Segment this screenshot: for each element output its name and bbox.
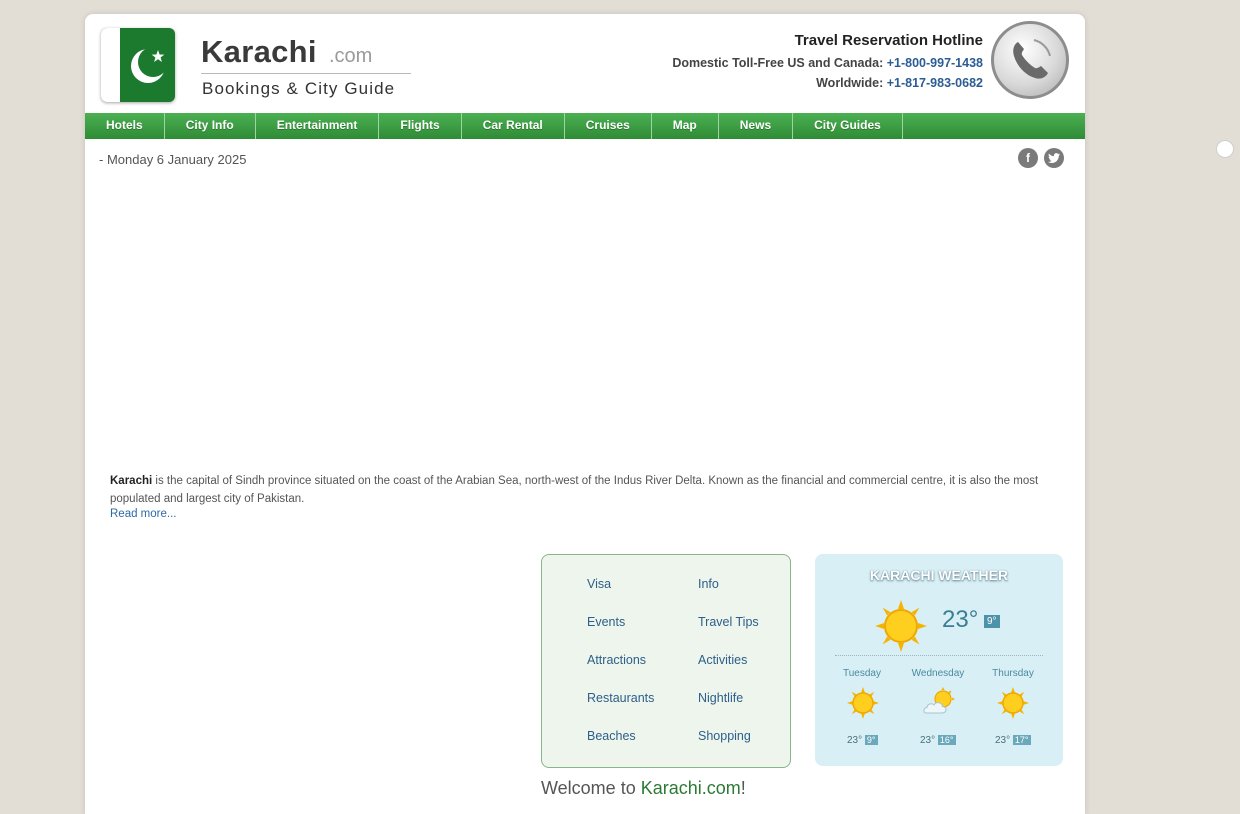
forecast-day-2: Wednesday — [911, 668, 965, 679]
nav-city-info[interactable]: City Info — [165, 113, 256, 139]
forecast-high-1: 23° — [847, 735, 863, 746]
weather-title: KARACHI WEATHER — [869, 567, 1009, 583]
brand-name[interactable]: Karachi — [201, 34, 317, 70]
brand-tagline: Bookings & City Guide — [202, 79, 396, 98]
pakistan-flag-logo[interactable] — [101, 28, 175, 102]
twitter-icon[interactable] — [1044, 148, 1064, 168]
welcome-site-name: Karachi.com — [640, 778, 741, 798]
sun-icon — [875, 600, 927, 652]
current-temperature: 23° — [942, 606, 979, 633]
read-more-link[interactable]: Read more... — [110, 508, 176, 520]
hotline-worldwide-label: Worldwide: — [816, 76, 884, 90]
brand-suffix: .com — [329, 45, 373, 67]
link-attractions[interactable]: Attractions — [587, 653, 646, 667]
link-beaches[interactable]: Beaches — [587, 729, 636, 743]
intro-city-name: Karachi — [110, 475, 153, 487]
partly-cloudy-icon — [923, 687, 955, 714]
facebook-icon[interactable]: f — [1018, 148, 1038, 168]
welcome-suffix: ! — [740, 778, 746, 798]
main-nav: Hotels City Info Entertainment Flights C… — [85, 113, 1085, 139]
forecast-low-3: 17° — [1012, 735, 1031, 745]
hotline-worldwide-number[interactable]: +1-817-983-0682 — [887, 76, 983, 90]
page-container: Karachi .com Bookings & City Guide Trave… — [85, 14, 1085, 814]
nav-flights[interactable]: Flights — [379, 113, 462, 139]
current-low-temperature: 9° — [984, 615, 1000, 628]
link-visa[interactable]: Visa — [587, 577, 611, 591]
weather-widget[interactable]: KARACHI WEATHER 23° 9° Tuesday Wednesday… — [815, 554, 1063, 766]
link-restaurants[interactable]: Restaurants — [587, 691, 654, 705]
link-events[interactable]: Events — [587, 615, 625, 629]
quick-links-box: Visa Events Attractions Restaurants Beac… — [541, 554, 791, 768]
hotline-worldwide: Worldwide: +1-817-983-0682 — [816, 76, 983, 90]
forecast-temp-1: 23° 9° — [847, 735, 878, 746]
nav-cruises[interactable]: Cruises — [565, 113, 652, 139]
intro-text: is the capital of Sindh province situate… — [110, 475, 1039, 505]
phone-icon — [991, 21, 1069, 99]
forecast-temp-3: 23° 17° — [995, 735, 1031, 746]
link-travel-tips[interactable]: Travel Tips — [698, 615, 759, 629]
nav-news[interactable]: News — [719, 113, 794, 139]
forecast-high-3: 23° — [995, 735, 1011, 746]
forecast-low-2: 16° — [937, 735, 956, 745]
forecast-day-3: Thursday — [992, 668, 1034, 679]
hotline-domestic-number[interactable]: +1-800-997-1438 — [887, 56, 983, 70]
hotline-title: Travel Reservation Hotline — [794, 32, 983, 49]
brand-divider — [201, 73, 411, 74]
hotline-domestic: Domestic Toll-Free US and Canada: +1-800… — [672, 56, 983, 70]
nav-map[interactable]: Map — [652, 113, 719, 139]
sun-icon — [997, 687, 1029, 719]
link-shopping[interactable]: Shopping — [698, 729, 751, 743]
sun-icon — [847, 687, 879, 719]
forecast-temp-2: 23° 16° — [920, 735, 956, 746]
link-info[interactable]: Info — [698, 577, 719, 591]
forecast-high-2: 23° — [920, 735, 936, 746]
nav-city-guides[interactable]: City Guides — [793, 113, 903, 139]
weather-divider — [835, 655, 1043, 656]
forecast-day-1: Tuesday — [843, 668, 881, 679]
nav-entertainment[interactable]: Entertainment — [256, 113, 380, 139]
hotline-domestic-label: Domestic Toll-Free US and Canada: — [672, 56, 884, 70]
city-intro: Karachi is the capital of Sindh province… — [110, 472, 1062, 508]
current-date: - Monday 6 January 2025 — [99, 152, 247, 167]
forecast-low-1: 9° — [864, 735, 878, 745]
link-nightlife[interactable]: Nightlife — [698, 691, 743, 705]
side-scroll-handle[interactable] — [1216, 140, 1234, 158]
welcome-heading: Welcome to Karachi.com! — [541, 778, 746, 799]
link-activities[interactable]: Activities — [698, 653, 747, 667]
welcome-prefix: Welcome to — [541, 778, 641, 798]
nav-car-rental[interactable]: Car Rental — [462, 113, 565, 139]
nav-hotels[interactable]: Hotels — [85, 113, 165, 139]
